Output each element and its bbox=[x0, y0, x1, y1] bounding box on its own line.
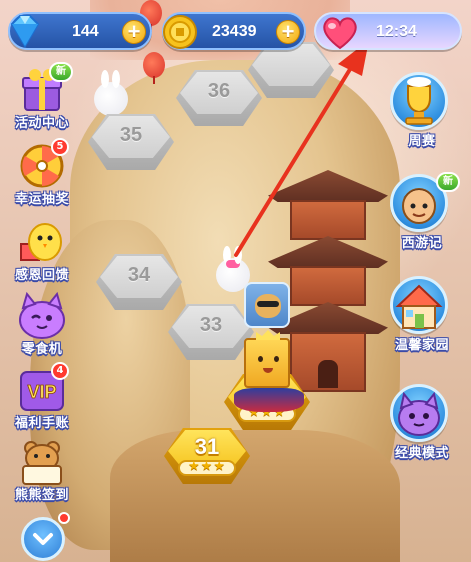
level-number: 31 bbox=[194, 434, 220, 459]
level-number: 35 bbox=[119, 124, 143, 146]
lives-counter[interactable]: 12:34 bbox=[314, 12, 462, 50]
level-node[interactable]: 35 bbox=[88, 114, 174, 170]
level-number: 36 bbox=[207, 80, 231, 102]
pagoda-floor bbox=[290, 200, 366, 240]
chevron-down-icon bbox=[33, 533, 53, 545]
diamond-icon bbox=[10, 15, 40, 48]
coins-counter: 23439 + bbox=[162, 12, 306, 50]
pink-bow bbox=[226, 260, 240, 268]
new-badge: 新 bbox=[49, 62, 73, 82]
white-bunny bbox=[94, 70, 128, 116]
pagoda-roof bbox=[268, 236, 388, 268]
menu-thanksgiving-rewards[interactable]: 感恩回馈 bbox=[4, 216, 80, 283]
level-node-completed[interactable]: 31 ★★★ bbox=[164, 428, 250, 484]
add-coins-button[interactable]: + bbox=[276, 20, 300, 44]
svg-text:VIP: VIP bbox=[27, 382, 56, 402]
gems-counter: 144 + bbox=[8, 12, 152, 50]
level-node[interactable]: 33 bbox=[168, 304, 254, 360]
expand-menu-button[interactable] bbox=[21, 517, 65, 561]
level-node[interactable]: 36 bbox=[176, 70, 262, 126]
cliff-bottom bbox=[110, 430, 400, 562]
new-badge: 新 bbox=[436, 172, 460, 192]
notification-badge: 5 bbox=[51, 138, 69, 156]
menu-lucky-draw[interactable]: 5 幸运抽奖 bbox=[4, 138, 80, 207]
trophy-cup-icon bbox=[405, 77, 433, 125]
purple-cat-icon bbox=[398, 391, 440, 436]
pagoda-door bbox=[318, 360, 338, 388]
menu-activity-center[interactable]: 新 活动中心 bbox=[4, 62, 80, 131]
sunglasses-icon bbox=[257, 301, 279, 307]
level-node[interactable]: 34 bbox=[96, 254, 182, 310]
bear-signin-icon bbox=[22, 441, 62, 485]
menu-cozy-home[interactable]: 温馨家园 bbox=[384, 276, 460, 353]
lives-timer: 12:34 bbox=[376, 23, 417, 40]
level-number: 33 bbox=[199, 314, 223, 336]
chick-gift-icon bbox=[20, 223, 62, 261]
add-gems-button[interactable]: + bbox=[122, 20, 146, 44]
hero-cape bbox=[234, 388, 304, 412]
house-icon bbox=[395, 284, 443, 329]
menu-weekly-contest[interactable]: 周赛 bbox=[384, 72, 460, 149]
heart-icon bbox=[323, 17, 357, 50]
gems-value: 144 bbox=[72, 23, 99, 40]
notification-dot bbox=[58, 512, 70, 524]
lantern-icon bbox=[143, 52, 165, 84]
gold-coin-icon bbox=[163, 15, 197, 49]
level-stars: ★★★ bbox=[188, 459, 226, 474]
coins-value: 23439 bbox=[212, 23, 257, 40]
menu-snack-machine[interactable]: 零食机 bbox=[4, 290, 80, 357]
cat-with-sunglasses-avatar[interactable] bbox=[244, 282, 290, 328]
menu-bear-signin[interactable]: 熊熊签到 bbox=[4, 436, 80, 503]
notification-badge: 4 bbox=[51, 362, 69, 380]
menu-classic-mode[interactable]: 经典模式 bbox=[384, 384, 460, 461]
snack-machine-cat-icon bbox=[19, 291, 65, 339]
pagoda-roof bbox=[268, 170, 388, 202]
menu-welfare-notebook[interactable]: VIP 4 福利手账 bbox=[4, 362, 80, 431]
pagoda-floor bbox=[290, 266, 366, 306]
box-king-player-character bbox=[244, 330, 290, 388]
level-number: 34 bbox=[127, 264, 151, 286]
menu-journey-west[interactable]: 新 西游记 bbox=[384, 172, 460, 251]
